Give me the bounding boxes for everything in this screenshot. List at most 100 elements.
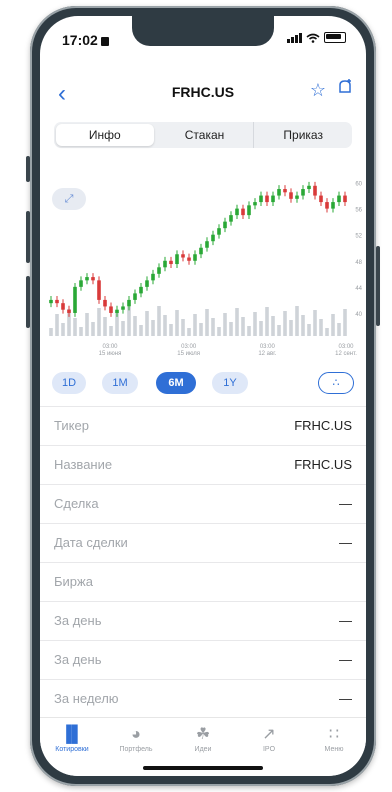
volume-bar bbox=[199, 323, 203, 336]
volume-bar bbox=[217, 327, 221, 336]
volume-bar bbox=[277, 325, 281, 336]
tab-quotes[interactable]: ▐▌ Котировки bbox=[42, 726, 102, 753]
tab-bar: ▐▌ Котировки ◕ Портфель ☘ Идеи ↗ IPO ∷ М… bbox=[40, 717, 366, 776]
candle bbox=[247, 205, 251, 216]
row-label: Тикер bbox=[54, 418, 89, 433]
candle bbox=[175, 254, 179, 265]
volume-bar bbox=[91, 322, 95, 336]
candle bbox=[325, 202, 329, 209]
candle bbox=[277, 189, 281, 196]
bar-chart-icon: ▐▌ bbox=[60, 726, 84, 743]
candle bbox=[295, 195, 299, 199]
list-item: Название FRHC.US bbox=[40, 445, 366, 484]
tab-label: Идеи bbox=[194, 746, 212, 753]
range-1d-button[interactable]: 1D bbox=[52, 372, 86, 394]
candle bbox=[79, 280, 83, 287]
volume-bar bbox=[49, 328, 53, 336]
candle bbox=[91, 277, 95, 281]
compare-icon[interactable]: ∴ bbox=[318, 372, 354, 394]
range-6m-button[interactable]: 6M bbox=[156, 372, 196, 394]
expand-chart-icon[interactable]: ⤢ bbox=[52, 188, 86, 210]
segment-order[interactable]: Приказ bbox=[254, 122, 352, 148]
row-value: — bbox=[339, 613, 352, 628]
tab-portfolio[interactable]: ◕ Портфель bbox=[106, 726, 166, 753]
volume-bar bbox=[319, 319, 323, 336]
volume-bar bbox=[139, 325, 143, 336]
x-tick-label: 03:00 bbox=[260, 344, 276, 350]
range-buttons: 1D 1M 6M 1Y ∴ bbox=[40, 372, 366, 398]
candle bbox=[115, 309, 119, 313]
candle bbox=[109, 306, 113, 313]
volume-bar bbox=[331, 314, 335, 336]
candle bbox=[55, 299, 59, 304]
volume-bar bbox=[241, 317, 245, 336]
x-tick-label: 15 июля bbox=[177, 351, 200, 357]
candle bbox=[151, 273, 155, 281]
phone-frame: 17:02 ‹ FRHC.US ☆ Инфо Стакан Приказ 60 5… bbox=[26, 6, 380, 786]
favorite-star-icon[interactable]: ☆ bbox=[310, 80, 326, 101]
candle bbox=[343, 195, 347, 203]
x-tick-label: 12 авг. bbox=[258, 351, 276, 357]
list-item: Сделка — bbox=[40, 484, 366, 523]
candle bbox=[331, 202, 335, 209]
tab-label: Котировки bbox=[55, 746, 89, 753]
tab-ideas[interactable]: ☘ Идеи bbox=[173, 726, 233, 753]
candle bbox=[205, 241, 209, 248]
volume-bar bbox=[151, 320, 155, 336]
candle bbox=[145, 280, 149, 287]
candle bbox=[163, 260, 167, 268]
tab-menu[interactable]: ∷ Меню bbox=[304, 726, 364, 753]
row-label: За неделю bbox=[54, 691, 119, 706]
segment-control: Инфо Стакан Приказ bbox=[54, 122, 352, 148]
tab-ipo[interactable]: ↗ IPO bbox=[239, 726, 299, 753]
add-alert-icon[interactable] bbox=[336, 78, 354, 101]
volume-bar bbox=[61, 323, 65, 336]
candle bbox=[169, 260, 173, 265]
volume-bar bbox=[247, 326, 251, 336]
list-item: Тикер FRHC.US bbox=[40, 406, 366, 445]
candle bbox=[181, 254, 185, 258]
list-item: За неделю — bbox=[40, 679, 366, 718]
candle bbox=[217, 228, 221, 235]
volume-bar bbox=[229, 322, 233, 336]
segment-orderbook[interactable]: Стакан bbox=[156, 122, 255, 148]
volume-bar bbox=[187, 328, 191, 336]
volume-bar bbox=[271, 316, 275, 336]
candle bbox=[289, 192, 293, 199]
candle bbox=[103, 299, 107, 307]
volume-up-button bbox=[26, 211, 30, 263]
screen: 17:02 ‹ FRHC.US ☆ Инфо Стакан Приказ 60 5… bbox=[40, 16, 366, 776]
candle bbox=[199, 247, 203, 255]
candle bbox=[337, 195, 341, 203]
status-time: 17:02 bbox=[62, 32, 109, 48]
volume-bar bbox=[205, 309, 209, 336]
range-1m-button[interactable]: 1M bbox=[102, 372, 138, 394]
candle bbox=[241, 208, 245, 216]
candle bbox=[283, 189, 287, 193]
nav-bar: ‹ FRHC.US ☆ bbox=[40, 78, 366, 108]
tab-label: Портфель bbox=[119, 746, 153, 753]
grid-icon: ∷ bbox=[328, 726, 340, 743]
volume-bar bbox=[193, 314, 197, 336]
candle bbox=[223, 221, 227, 229]
candle bbox=[259, 195, 263, 203]
row-value: — bbox=[339, 652, 352, 667]
status-time-text: 17:02 bbox=[62, 32, 98, 48]
segment-info[interactable]: Инфо bbox=[56, 124, 154, 146]
volume-down-button bbox=[26, 276, 30, 328]
volume-bar bbox=[259, 321, 263, 336]
candle bbox=[211, 234, 215, 242]
volume-bar bbox=[55, 314, 59, 336]
range-1y-button[interactable]: 1Y bbox=[212, 372, 248, 394]
volume-bar bbox=[163, 315, 167, 336]
row-label: Дата сделки bbox=[54, 535, 128, 550]
candle bbox=[193, 254, 197, 261]
y-tick-label: 52 bbox=[355, 234, 362, 240]
volume-bar bbox=[79, 327, 83, 336]
volume-bar bbox=[97, 308, 101, 336]
row-label: Сделка bbox=[54, 496, 99, 511]
tab-label: Меню bbox=[324, 746, 344, 753]
list-item: За день — bbox=[40, 601, 366, 640]
price-chart[interactable]: 605652484440 03:0015 июня03:0015 июля03:… bbox=[40, 168, 366, 378]
volume-bar bbox=[157, 306, 161, 336]
